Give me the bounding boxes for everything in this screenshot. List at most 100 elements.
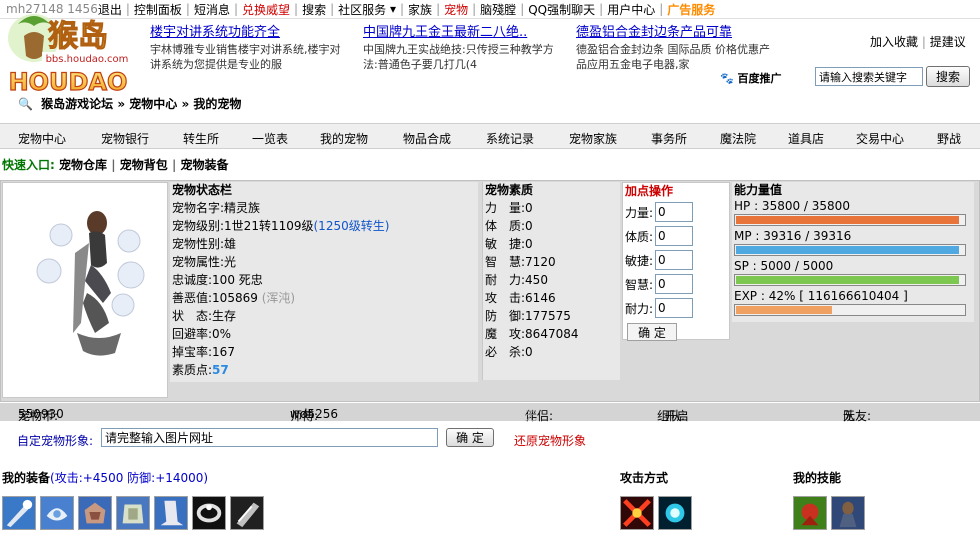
ad-item[interactable]: 德盈铝合金封边条产品可靠 德盈铝合金封边条 国际品质 价格优惠产品应用五金电子电… <box>576 24 776 72</box>
search-input[interactable] <box>815 67 923 86</box>
menu-overview[interactable]: 一览表 <box>252 130 288 147</box>
equip-slot-icon[interactable] <box>40 496 74 530</box>
pet-status: 宠物状态栏 宠物名字:精灵族 宠物级别:1世21转1109级(1250级转生) … <box>170 182 478 382</box>
breadcrumb-my-pet[interactable]: 我的宠物 <box>193 97 241 111</box>
hp-bar <box>734 214 966 226</box>
strength-input[interactable] <box>655 202 694 222</box>
add-points-form: 加点操作 力量: 体质: 敏捷: 智慧: 耐力: 确 定 <box>622 182 730 341</box>
pet-partner: 无 <box>525 409 538 423</box>
quality-row: 必 杀:0 <box>485 345 533 359</box>
quick-equipment[interactable]: 宠物装备 <box>181 158 229 172</box>
nav-qq-chat[interactable]: QQ强制聊天 <box>528 1 595 18</box>
breadcrumb: 🔍 猴岛游戏论坛 » 宠物中心 » 我的宠物 <box>0 92 980 116</box>
custom-image-label: 自定宠物形象: <box>17 434 94 448</box>
menu-item-synthesis[interactable]: 物品合成 <box>403 130 451 147</box>
hp-text: HP : 35800 / 35800 <box>734 199 850 213</box>
pet-level-extra: (1250级转生) <box>313 219 390 233</box>
constitution-input[interactable] <box>655 226 694 246</box>
magic-attack-icon[interactable] <box>658 496 692 530</box>
attack-icon[interactable] <box>620 496 654 530</box>
ad-title[interactable]: 楼宇对讲系统功能齐全 <box>150 24 350 42</box>
equip-slot-icon[interactable] <box>78 496 112 530</box>
menu-my-pet[interactable]: 我的宠物 <box>320 130 368 147</box>
nav-ad-service[interactable]: 广告服务 <box>667 1 715 18</box>
sp-text: SP : 5000 / 5000 <box>734 259 834 273</box>
add-points-confirm-button[interactable]: 确 定 <box>627 323 677 341</box>
menu-rebirth[interactable]: 转生所 <box>183 130 219 147</box>
logo-brand: HOUDAO <box>9 68 128 94</box>
breadcrumb-pet-center[interactable]: 宠物中心 <box>129 97 177 111</box>
ad-title[interactable]: 德盈铝合金封边条产品可靠 <box>576 24 776 42</box>
chevron-down-icon[interactable]: ▾ <box>386 2 396 16</box>
ad-item[interactable]: 中国牌九王金王最新二八绝.. 中国牌九王实战绝技:只传授三种教学方法:普通色子要… <box>363 24 563 72</box>
logo-graphic: 猴岛 bbs.houdao.com HOUDAO <box>8 14 132 97</box>
restore-image-link[interactable]: 还原宠物形象 <box>514 432 586 449</box>
custom-image-confirm-button[interactable]: 确 定 <box>446 428 494 447</box>
pet-drop: 167 <box>212 345 235 359</box>
pet-name: 精灵族 <box>224 201 261 215</box>
quick-entry: 快速入口: 宠物仓库 | 宠物背包 | 宠物装备 <box>2 158 229 172</box>
menu-trade[interactable]: 交易中心 <box>856 130 904 147</box>
quality-row: 防 御:177575 <box>485 309 571 323</box>
nav-messages[interactable]: 短消息 <box>194 1 230 18</box>
menu-pet-family[interactable]: 宠物家族 <box>569 130 617 147</box>
top-links: 加入收藏 | 提建议 <box>870 35 966 49</box>
logo-text: 猴岛 <box>48 19 108 54</box>
menu-office[interactable]: 事务所 <box>651 130 687 147</box>
suggest-link[interactable]: 提建议 <box>930 35 966 49</box>
equip-slot-icon[interactable] <box>116 496 150 530</box>
ability-title: 能力量值 <box>734 183 783 197</box>
skill-icon[interactable] <box>793 496 827 530</box>
nav-user-center[interactable]: 用户中心 <box>607 1 655 18</box>
nav-search[interactable]: 搜索 <box>302 1 326 18</box>
nav-exchange[interactable]: 兑换威望 <box>242 1 290 18</box>
equipment-title: 我的装备(攻击:+4500 防御:+14000) <box>2 471 209 485</box>
search-icon: 🔍 <box>18 97 33 111</box>
add-favorite-link[interactable]: 加入收藏 <box>870 35 918 49</box>
custom-image-url-input[interactable] <box>101 428 438 447</box>
quality-row: 力 量:0 <box>485 201 533 215</box>
skill-icon[interactable] <box>831 496 865 530</box>
quality-title: 宠物素质 <box>485 183 534 197</box>
equip-slot-icon[interactable] <box>230 496 264 530</box>
menu-system-log[interactable]: 系统记录 <box>486 130 534 147</box>
endurance-input[interactable] <box>655 298 694 318</box>
search-button[interactable]: 搜索 <box>926 66 970 87</box>
pet-quality: 宠物素质 力 量:0 体 质:0 敏 捷:0 智 慧:7120 耐 力:450 … <box>482 182 620 380</box>
wisdom-input[interactable] <box>655 274 694 294</box>
custom-image-form: 自定宠物形象: 确 定 还原宠物形象 <box>0 426 980 452</box>
menu-magic[interactable]: 魔法院 <box>720 130 756 147</box>
quick-warehouse[interactable]: 宠物仓库 <box>59 158 107 172</box>
ability-values: 能力量值 HP : 35800 / 35800 MP : 39316 / 393… <box>732 182 974 322</box>
pet-evil-extra: (浑沌) <box>261 291 296 305</box>
quick-backpack[interactable]: 宠物背包 <box>120 158 168 172</box>
menu-pet-bank[interactable]: 宠物银行 <box>101 130 149 147</box>
pet-level: 1世21转1109级 <box>224 219 314 233</box>
equip-slot-icon[interactable] <box>192 496 226 530</box>
nav-pet[interactable]: 宠物 <box>444 1 468 18</box>
exp-text: EXP : 42% [ 116166610404 ] <box>734 289 908 303</box>
pet-evil: 105869 <box>212 291 258 305</box>
nav-community[interactable]: 社区服务 <box>338 1 386 18</box>
equip-slot-icon[interactable] <box>154 496 188 530</box>
menu-pet-center[interactable]: 宠物中心 <box>18 130 66 147</box>
menu-item-shop[interactable]: 道具店 <box>788 130 824 147</box>
equip-slot-icon[interactable] <box>2 496 36 530</box>
attack-title: 攻击方式 <box>620 471 669 485</box>
pet-master[interactable]: wd5256 <box>290 407 338 421</box>
quality-row: 智 慧:7120 <box>485 255 556 269</box>
agility-input[interactable] <box>655 250 694 270</box>
site-logo[interactable]: 猴岛 bbs.houdao.com HOUDAO <box>4 6 144 97</box>
nav-brain[interactable]: 脑殘膛 <box>480 1 516 18</box>
menu-field-battle[interactable]: 野战 <box>937 130 961 147</box>
pet-sex: 雄 <box>224 237 237 251</box>
pet-dodge: 0% <box>212 327 232 341</box>
mp-bar-fill <box>736 246 960 254</box>
breadcrumb-forum[interactable]: 猴岛游戏论坛 <box>41 97 113 111</box>
baidu-promo[interactable]: 🐾 百度推广 <box>720 70 782 86</box>
ad-item[interactable]: 楼宇对讲系统功能齐全 宇林博雅专业销售楼宇对讲系统,楼宇对讲系统为您提供是专业的… <box>150 24 350 72</box>
ad-title[interactable]: 中国牌九王金王最新二八绝.. <box>363 24 563 42</box>
exp-bar <box>734 304 966 316</box>
pet-attribute: 光 <box>224 255 237 269</box>
nav-family[interactable]: 家族 <box>408 1 432 18</box>
